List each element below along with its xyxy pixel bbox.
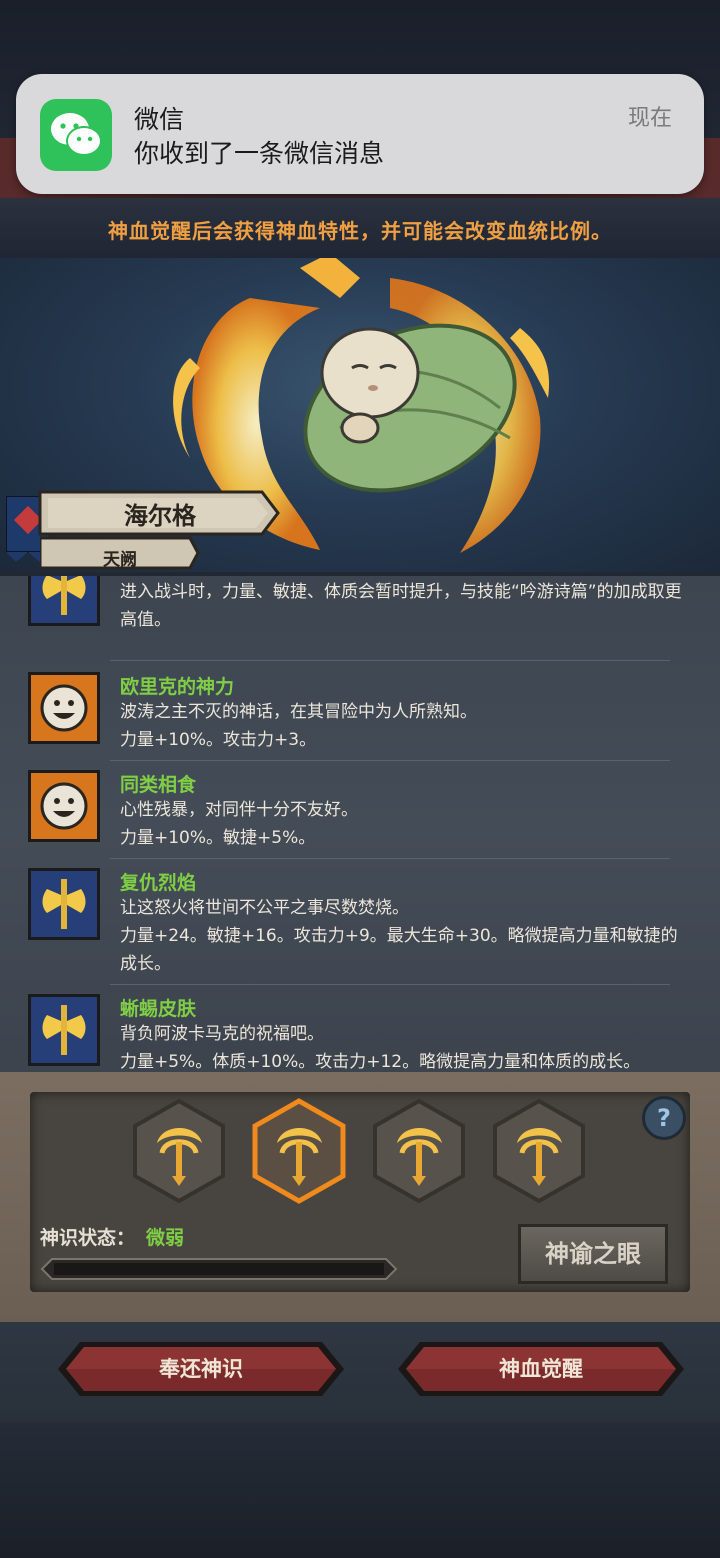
hero-class: 天阙 <box>103 550 137 570</box>
trident-icon <box>493 1098 585 1204</box>
awakening-hint: 神血觉醒后会获得神血特性，并可能会改变血统比例。 <box>108 219 612 243</box>
return-divine-button[interactable]: 奉还神识 <box>56 1340 346 1398</box>
bottom-background <box>0 1422 720 1558</box>
trait-name: 复仇烈焰 <box>120 872 197 894</box>
hero-name: 海尔格 <box>124 502 196 530</box>
divine-slot-selected[interactable] <box>252 1098 346 1204</box>
trait-name: 同类相食 <box>120 774 197 796</box>
notification-message: 你收到了一条微信消息 <box>134 139 385 168</box>
divider <box>110 760 670 761</box>
smiley-icon <box>28 770 100 842</box>
axe-icon <box>28 868 100 940</box>
trident-icon <box>373 1098 465 1204</box>
divider <box>110 660 670 661</box>
notification-time: 现在 <box>627 106 672 131</box>
divine-progress-bar <box>40 1257 398 1281</box>
axe-icon <box>28 994 100 1066</box>
divider <box>110 984 670 985</box>
wechat-notification[interactable]: 微信 你收到了一条微信消息 现在 <box>16 74 704 194</box>
divine-slot[interactable] <box>372 1098 466 1204</box>
axe-icon <box>28 576 100 626</box>
divine-status-value: 微弱 <box>146 1227 185 1249</box>
wechat-icon <box>40 99 112 171</box>
trait-description: 进入战斗时，力量、敏捷、体质会暂时提升，与技能“吟游诗篇”的加成取更高值。 <box>120 582 682 630</box>
question-icon[interactable]: ? <box>642 1096 686 1140</box>
trait-stats: 力量+10%。攻击力+3。 <box>120 730 317 750</box>
trident-icon <box>252 1098 346 1204</box>
divine-slot[interactable] <box>492 1098 586 1204</box>
trait-description: 让这怒火将世间不公平之事尽数焚烧。 <box>120 898 409 918</box>
trait-stats: 力量+24。敏捷+16。攻击力+9。最大生命+30。略微提高力量和敏捷的成长。 <box>120 926 678 974</box>
notification-app-name: 微信 <box>134 105 185 134</box>
divine-status-label: 神识状态： <box>40 1227 136 1249</box>
trait-description: 心性残暴，对同伴十分不友好。 <box>120 800 358 820</box>
oracle-eye-button[interactable]: 神谕之眼 <box>518 1224 668 1284</box>
return-divine-label: 奉还神识 <box>159 1357 243 1381</box>
trait-name: 欧里克的神力 <box>120 676 235 698</box>
trait-name: 蜥蜴皮肤 <box>120 998 197 1020</box>
trait-list[interactable]: 进入战斗时，力量、敏捷、体质会暂时提升，与技能“吟游诗篇”的加成取更高值。 欧里… <box>0 572 720 1082</box>
blood-awaken-label: 神血觉醒 <box>499 1357 583 1381</box>
trait-description: 背负阿波卡马克的祝福吧。 <box>120 1024 324 1044</box>
divine-slot[interactable] <box>132 1098 226 1204</box>
trait-description: 波涛之主不灭的神话，在其冒险中为人所熟知。 <box>120 702 477 722</box>
trait-stats: 力量+10%。敏捷+5%。 <box>120 828 316 848</box>
trident-icon <box>133 1098 225 1204</box>
divider <box>110 858 670 859</box>
smiley-icon <box>28 672 100 744</box>
blood-awaken-button[interactable]: 神血觉醒 <box>396 1340 686 1398</box>
